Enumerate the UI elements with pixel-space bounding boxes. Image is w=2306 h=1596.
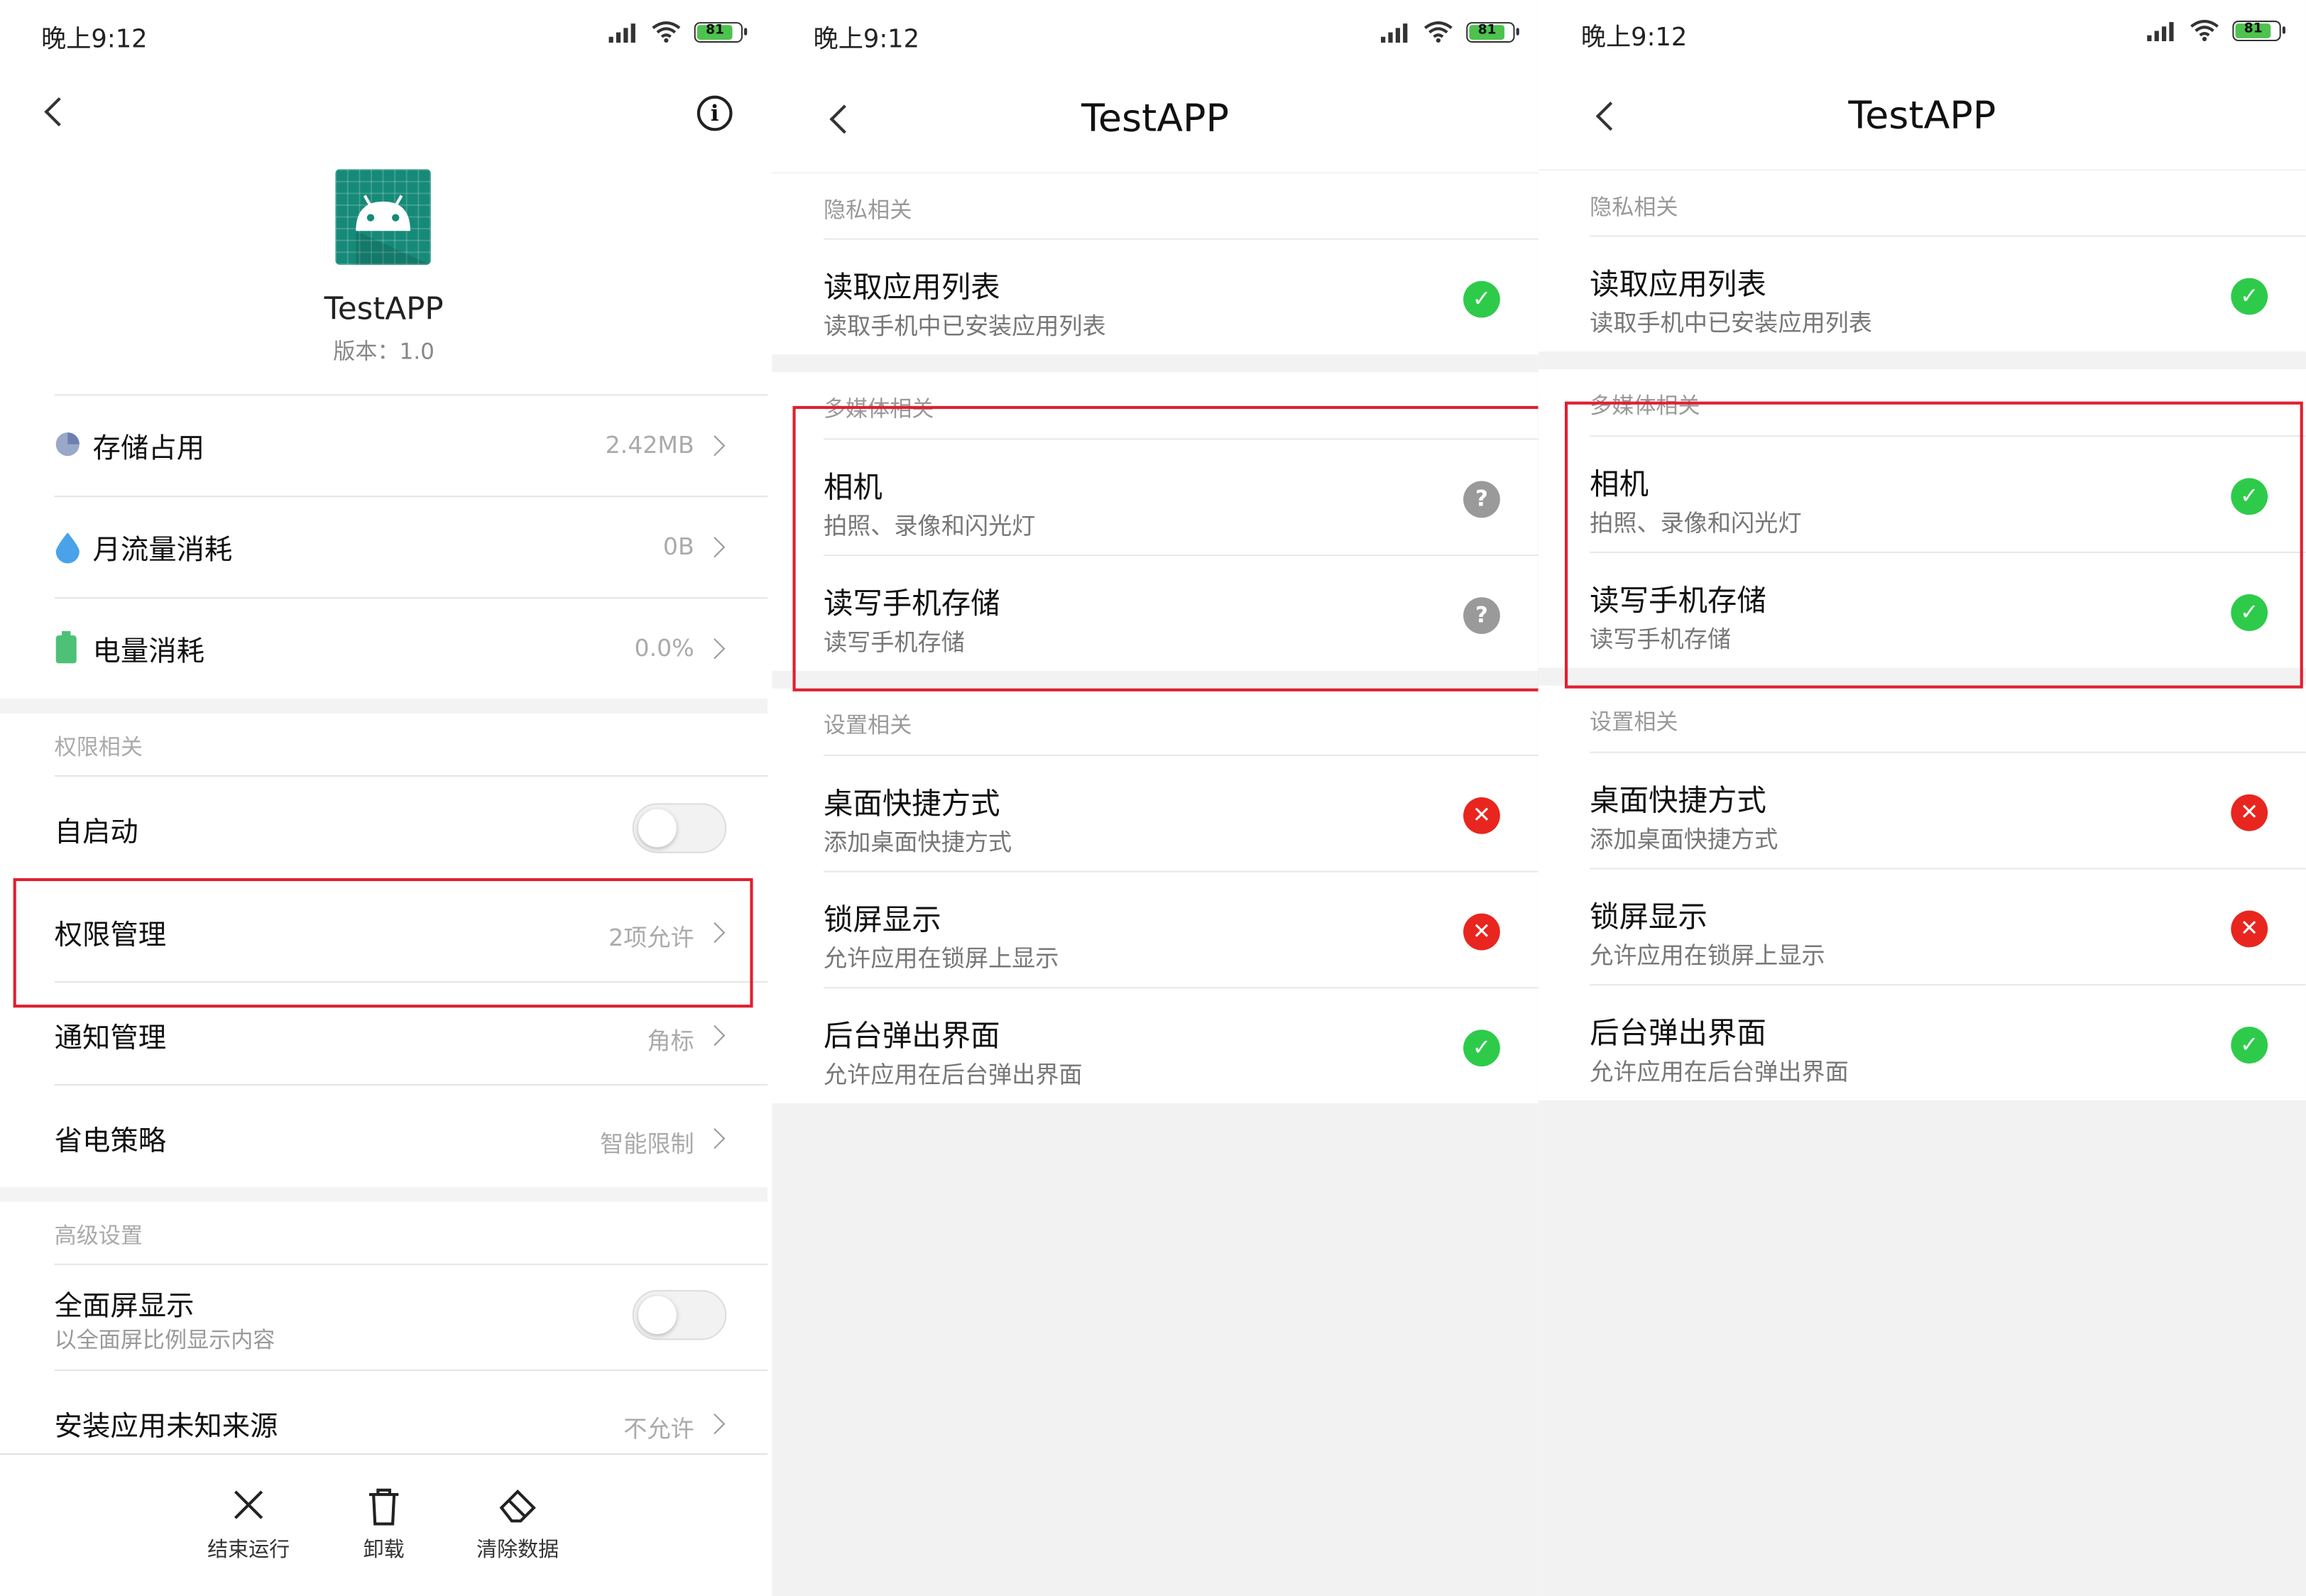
chevron-right-icon <box>704 537 726 558</box>
data-usage-row[interactable]: 月流量消耗 0B <box>0 496 768 598</box>
app-icon <box>335 169 431 265</box>
close-icon <box>234 1490 263 1519</box>
divider-band <box>0 1187 768 1202</box>
autostart-label: 自启动 <box>54 816 138 849</box>
allowed-check-icon: ✓ <box>1463 1029 1500 1067</box>
section-settings: 设置相关 <box>772 688 1539 756</box>
denied-x-icon: ✕ <box>1463 797 1500 834</box>
status-icons: 81 <box>608 21 748 43</box>
permission-row-shortcut[interactable]: 桌面快捷方式 添加桌面快捷方式 ✕ <box>1538 753 2306 870</box>
section-advanced-header: 高级设置 <box>54 1222 143 1250</box>
fullscreen-sub: 以全面屏比例显示内容 <box>54 1326 275 1354</box>
section-settings: 设置相关 <box>1538 685 2306 753</box>
battery-usage-value: 0.0% <box>634 633 694 662</box>
permission-row-applist[interactable]: 读取应用列表 读取手机中已安装应用列表 ✓ <box>772 239 1539 355</box>
app-version: 版本：1.0 <box>333 338 435 365</box>
trash-icon <box>368 1488 399 1526</box>
status-icons: 81 <box>2147 19 2285 42</box>
chevron-right-icon <box>704 638 726 660</box>
page-title: TestAPP <box>1081 97 1230 141</box>
highlight-box <box>1564 401 2303 689</box>
autostart-row: 自启动 <box>0 775 768 878</box>
signal-icon <box>2147 20 2176 40</box>
battery-usage-icon <box>55 630 77 664</box>
notification-management-label: 通知管理 <box>54 1022 167 1055</box>
screenshot-composite: 晚上9:12 81 i TestAPP 版本：1.0 存储占用 2.42MB 月… <box>0 0 2306 1596</box>
storage-row[interactable]: 存储占用 2.42MB <box>0 394 768 496</box>
chevron-right-icon <box>704 435 726 457</box>
permission-row-shortcut[interactable]: 桌面快捷方式 添加桌面快捷方式 ✕ <box>772 755 1539 873</box>
page-title: TestAPP <box>1848 94 1996 138</box>
chevron-right-icon <box>704 1128 726 1149</box>
highlight-box <box>792 405 1539 692</box>
app-name: TestAPP <box>324 291 444 327</box>
autostart-toggle[interactable] <box>632 803 727 853</box>
data-usage-label: 月流量消耗 <box>92 534 233 567</box>
permissions-screen-after: 晚上9:12 81 TestAPP 隐私相关 读取应用列表 读取手机中已安装应用列… <box>1538 0 2306 1596</box>
highlight-box <box>13 878 753 1008</box>
fullscreen-label: 全面屏显示 <box>54 1290 195 1323</box>
permission-row-popup[interactable]: 后台弹出界面 允许应用在后台弹出界面 ✓ <box>772 988 1539 1103</box>
section-permissions-header: 权限相关 <box>54 733 143 761</box>
stop-label: 结束运行 <box>207 1538 290 1563</box>
app-detail-screen: 晚上9:12 81 i TestAPP 版本：1.0 存储占用 2.42MB 月… <box>0 0 768 1596</box>
status-time: 晚上9:12 <box>813 25 920 55</box>
power-policy-value: 智能限制 <box>600 1130 694 1158</box>
chevron-right-icon <box>704 1024 726 1046</box>
battery-usage-row[interactable]: 电量消耗 0.0% <box>0 597 768 699</box>
wifi-icon <box>1424 21 1453 43</box>
status-time: 晚上9:12 <box>40 25 148 55</box>
section-privacy: 隐私相关 <box>1538 170 2306 237</box>
battery-icon: 81 <box>2232 19 2285 40</box>
denied-x-icon: ✕ <box>1463 913 1500 951</box>
denied-x-icon: ✕ <box>2231 794 2268 831</box>
battery-icon: 81 <box>1466 21 1519 43</box>
wifi-icon <box>652 21 681 43</box>
allowed-check-icon: ✓ <box>2231 1027 2268 1064</box>
power-policy-label: 省电策略 <box>54 1125 167 1158</box>
info-icon[interactable]: i <box>696 95 733 131</box>
uninstall-label: 卸载 <box>363 1538 405 1563</box>
divider-band <box>0 699 768 714</box>
signal-icon <box>1381 21 1410 43</box>
fullscreen-toggle[interactable] <box>632 1290 727 1340</box>
eraser-icon <box>499 1489 536 1523</box>
wifi-icon <box>2190 19 2219 42</box>
permission-row-popup[interactable]: 后台弹出界面 允许应用在后台弹出界面 ✓ <box>1538 985 2306 1100</box>
unknown-sources-label: 安装应用未知来源 <box>54 1410 278 1443</box>
unknown-sources-value: 不允许 <box>623 1415 694 1443</box>
storage-value: 2.42MB <box>605 431 694 459</box>
pie-chart-icon <box>55 432 80 457</box>
battery-icon: 81 <box>694 21 748 43</box>
status-time: 晚上9:12 <box>1580 23 1688 53</box>
signal-icon <box>608 21 638 43</box>
back-button[interactable] <box>44 97 74 126</box>
storage-label: 存储占用 <box>92 432 204 465</box>
clear-data-label: 清除数据 <box>476 1538 559 1563</box>
fullscreen-row: 全面屏显示 以全面屏比例显示内容 <box>0 1263 768 1370</box>
chevron-right-icon <box>704 1413 726 1435</box>
allowed-check-icon: ✓ <box>2231 278 2268 315</box>
permission-row-lockscreen[interactable]: 锁屏显示 允许应用在锁屏上显示 ✕ <box>1538 869 2306 986</box>
water-drop-icon <box>55 532 80 564</box>
section-privacy: 隐私相关 <box>772 173 1539 240</box>
denied-x-icon: ✕ <box>2231 910 2268 948</box>
status-icons: 81 <box>1381 21 1519 43</box>
permission-row-lockscreen[interactable]: 锁屏显示 允许应用在锁屏上显示 ✕ <box>772 872 1539 989</box>
battery-usage-label: 电量消耗 <box>92 635 204 668</box>
unknown-sources-row[interactable]: 安装应用未知来源 不允许 <box>0 1369 768 1454</box>
allowed-check-icon: ✓ <box>1463 280 1500 318</box>
data-usage-value: 0B <box>662 532 694 561</box>
permission-row-applist[interactable]: 读取应用列表 读取手机中已安装应用列表 ✓ <box>1538 236 2306 352</box>
bottom-action-bar: 结束运行 卸载 清除数据 <box>0 1453 768 1596</box>
notification-management-value: 角标 <box>647 1027 694 1055</box>
permissions-screen-before: 晚上9:12 81 TestAPP 隐私相关 读取应用列表 读取手机中已安装应用列… <box>772 0 1539 1596</box>
power-policy-row[interactable]: 省电策略 智能限制 <box>0 1083 768 1188</box>
